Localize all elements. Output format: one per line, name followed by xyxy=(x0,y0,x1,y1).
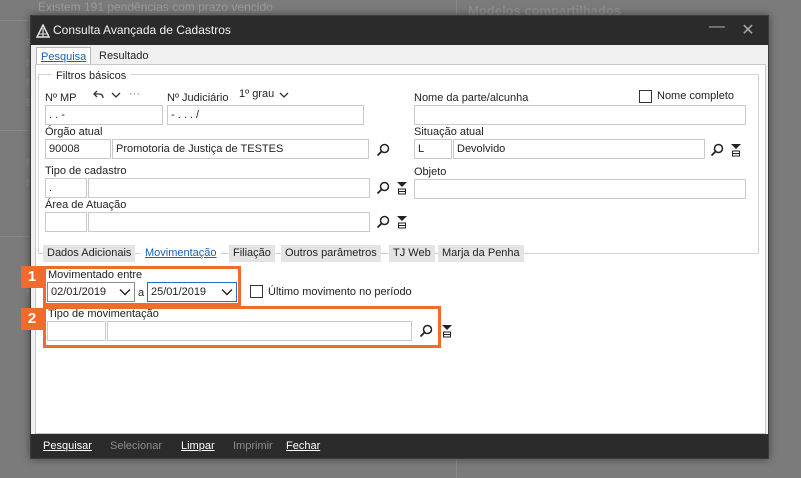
objeto-label: Objeto xyxy=(414,166,447,178)
pesquisar-button[interactable]: Pesquisar xyxy=(43,440,92,452)
search-icon[interactable] xyxy=(375,214,391,230)
nome-completo-label: Nome completo xyxy=(657,90,735,102)
nr-judiciario-field[interactable]: - . . . / xyxy=(167,105,364,125)
multi-select-icon[interactable] xyxy=(440,323,454,339)
callout-1-badge: 1 xyxy=(21,266,43,288)
situacao-atual-code-field[interactable]: L xyxy=(414,139,452,159)
search-icon[interactable] xyxy=(375,142,391,158)
advanced-search-dialog: Consulta Avançada de Cadastros — ✕ Pesqu… xyxy=(21,15,769,459)
multi-select-icon[interactable] xyxy=(729,142,743,158)
objeto-field[interactable] xyxy=(414,179,746,199)
ultimo-movimento-checkbox[interactable] xyxy=(250,285,263,298)
dialog-titlebar[interactable]: Consulta Avançada de Cadastros — ✕ xyxy=(31,16,768,45)
pending-notice: Existem 191 pendências com prazo vencido xyxy=(38,0,273,14)
nr-mp-label: Nº MP xyxy=(45,92,77,104)
situacao-atual-label: Situação atual xyxy=(414,126,484,138)
orgao-atual-name-field[interactable]: Promotoria de Justiça de TESTES xyxy=(112,139,369,159)
dialog-title: Consulta Avançada de Cadastros xyxy=(53,23,231,37)
multi-select-icon[interactable] xyxy=(395,180,409,196)
area-atuacao-code-field[interactable] xyxy=(45,212,87,232)
grau-selector[interactable]: 1º grau xyxy=(239,88,274,100)
fechar-button[interactable]: Fechar xyxy=(286,440,320,452)
area-atuacao-name-field[interactable] xyxy=(88,212,370,232)
callout-2-frame xyxy=(43,306,441,348)
app-logo-icon xyxy=(36,24,50,38)
nome-parte-field[interactable] xyxy=(414,105,746,125)
subtab-movimentacao[interactable]: Movimentação xyxy=(141,245,221,262)
close-button[interactable]: ✕ xyxy=(738,20,758,40)
situacao-atual-name-field[interactable]: Devolvido xyxy=(453,139,705,159)
orgao-atual-code-field[interactable]: 90008 xyxy=(45,139,111,159)
subtab-filiacao[interactable]: Filiação xyxy=(229,245,275,262)
minimize-button[interactable]: — xyxy=(707,18,727,36)
chevron-down-icon[interactable] xyxy=(278,89,290,101)
area-atuacao-label: Área de Atuação xyxy=(45,199,127,211)
ultimo-movimento-label: Último movimento no período xyxy=(268,286,412,298)
search-icon[interactable] xyxy=(375,180,391,196)
subtab-outros-parametros[interactable]: Outros parâmetros xyxy=(281,245,381,262)
chevron-down-icon[interactable] xyxy=(110,89,122,101)
subtab-dados-adicionais[interactable]: Dados Adicionais xyxy=(43,245,136,262)
filtros-basicos-title: Filtros básicos xyxy=(52,70,131,82)
more-options-icon[interactable]: ··· xyxy=(129,88,140,100)
subtab-maria-da-penha[interactable]: Marja da Penha xyxy=(438,245,524,262)
nr-judiciario-label: Nº Judiciário xyxy=(167,92,229,104)
nome-completo-checkbox[interactable] xyxy=(639,90,652,103)
subtab-tj-web[interactable]: TJ Web xyxy=(389,245,435,262)
nome-parte-label: Nome da parte/alcunha xyxy=(414,92,529,104)
background-divider xyxy=(0,236,30,237)
undo-icon[interactable] xyxy=(91,88,105,102)
imprimir-button[interactable]: Imprimir xyxy=(233,440,273,452)
limpar-button[interactable]: Limpar xyxy=(181,440,215,452)
tipo-cadastro-label: Tipo de cadastro xyxy=(45,165,127,177)
background-divider xyxy=(0,130,30,131)
multi-select-icon[interactable] xyxy=(395,214,409,230)
dialog-footer: Pesquisar Selecionar Limpar Imprimir Fec… xyxy=(31,434,768,458)
orgao-atual-label: Órgão atual xyxy=(45,126,103,138)
tipo-cadastro-name-field[interactable] xyxy=(88,178,370,198)
search-icon[interactable] xyxy=(709,142,725,158)
callout-1-frame xyxy=(43,266,241,306)
nr-mp-field[interactable]: . . - xyxy=(45,105,163,125)
callout-2-badge: 2 xyxy=(21,308,43,330)
selecionar-button[interactable]: Selecionar xyxy=(110,440,162,452)
tipo-cadastro-code-field[interactable]: . xyxy=(45,178,87,198)
